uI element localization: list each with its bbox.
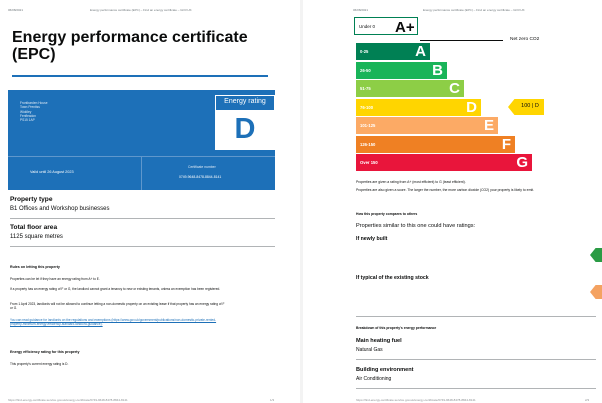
floor-area-label: Total floor area [10, 224, 58, 231]
footer-page-number: 2/3 [585, 398, 590, 402]
valid-until: Valid until 26 August 2023 [30, 170, 74, 174]
efficiency-heading: Energy efficiency rating for this proper… [10, 350, 80, 354]
rating-band-range: 26-50 [360, 67, 371, 73]
energy-rating-box: Energy rating D [215, 95, 275, 150]
footer-url: https://find-energy-certificate.service.… [356, 398, 476, 402]
rating-band-range: 126-150 [360, 141, 376, 147]
certificate-page-2: 06/08/2021 Energy performance certificat… [303, 0, 602, 403]
rating-band-range: Over 150 [360, 160, 378, 165]
page-title: Energy performance certificate (EPC) [12, 29, 248, 63]
breakdown-heading: Breakdown of this property's energy perf… [356, 326, 437, 330]
under-zero-label: Under 0 [359, 24, 376, 29]
rating-band-b: 26-50 B [356, 61, 447, 79]
certificate-number-label: Certificate number [188, 165, 216, 169]
divider [356, 316, 596, 317]
rating-band-letter: D [466, 98, 477, 116]
landlord-guidance-link[interactable]: You can read guidance for landlords on t… [10, 318, 228, 326]
rating-band-e: 101-125 E [356, 117, 498, 134]
rules-paragraph-2: If a property has an energy rating of F … [10, 287, 221, 291]
rating-band-range: 0-25 [360, 49, 369, 54]
energy-rating-label: Energy rating [224, 98, 266, 105]
floor-area-value: 1125 square metres [10, 234, 63, 240]
rating-band-a: 0-25 A [356, 43, 430, 60]
rating-band-range: 51-75 [360, 86, 371, 91]
net-zero-line [420, 40, 503, 41]
rating-band-f: 126-150 F [356, 135, 515, 153]
rating-band-c: 51-75 C [356, 80, 464, 97]
header-title: Energy performance certificate (EPC) – F… [90, 8, 192, 12]
certificate-page-1: 06/08/2021 Energy performance certificat… [0, 0, 300, 403]
net-zero-label: Net zero CO2 [510, 37, 540, 42]
a-plus-letter: A+ [395, 19, 415, 36]
footer-page-number: 1/3 [270, 398, 275, 402]
rating-band-letter: A [415, 43, 426, 60]
certificate-number: 0749-9648-8478-8844-8141 [179, 175, 222, 179]
rating-band-d: 76-100 D [356, 98, 481, 116]
header-date: 06/08/2021 [8, 8, 24, 12]
divider [10, 218, 275, 219]
building-environment-label: Building environment [356, 367, 414, 373]
heating-fuel-label: Main heating fuel [356, 338, 402, 344]
certificate-summary-card: Frontbarden House Town Prentiss Widdley … [8, 90, 275, 190]
rules-paragraph-3: From 1 April 2023, landlords will not be… [10, 302, 225, 311]
rating-band-letter: B [432, 61, 443, 79]
header-title: Energy performance certificate (EPC) – F… [423, 8, 525, 12]
compare-heading: How this property compares to others [356, 212, 418, 216]
divider [356, 388, 596, 389]
divider [356, 359, 596, 360]
property-type-label: Property type [10, 196, 53, 203]
rating-band-letter: C [449, 80, 460, 97]
rating-band-letter: F [501, 135, 511, 153]
property-address: Frontbarden House Town Prentiss Widdley … [20, 101, 48, 123]
under-zero-band: Under 0 A+ [354, 17, 418, 36]
rules-paragraph-1: Properties can be let if they have an en… [10, 277, 100, 281]
property-type-value: B1 Offices and Workshop businesses [10, 206, 110, 212]
rating-band-g: Over 150 G [356, 154, 532, 171]
rules-heading: Rules on letting this property [10, 265, 60, 269]
rating-caption-1: Properties are given a rating from A+ (m… [356, 180, 466, 184]
efficiency-text: This property's current energy rating is… [10, 362, 69, 366]
divider [10, 246, 275, 247]
newly-built-label: If newly built [356, 236, 388, 242]
heating-fuel-value: Natural Gas [356, 347, 383, 353]
card-vertical-divider [141, 156, 142, 190]
rating-band-letter: G [516, 154, 528, 171]
header-date: 06/08/2021 [353, 8, 369, 12]
title-underline [12, 75, 268, 77]
building-environment-value: Air Conditioning [356, 376, 392, 382]
energy-rating-letter: D [216, 110, 274, 149]
rating-band-range: 76-100 [360, 104, 374, 110]
current-rating-pointer-label: 100 | D [521, 103, 539, 109]
rating-band-letter: E [483, 117, 494, 134]
typical-stock-label: If typical of the existing stock [356, 275, 429, 281]
rating-caption-2: Properties are also given a score. The l… [356, 188, 535, 192]
compare-text: Properties similar to this one could hav… [356, 223, 476, 229]
footer-url: https://find-energy-certificate.service.… [8, 398, 128, 402]
rating-band-range: 101-125 [360, 123, 376, 128]
